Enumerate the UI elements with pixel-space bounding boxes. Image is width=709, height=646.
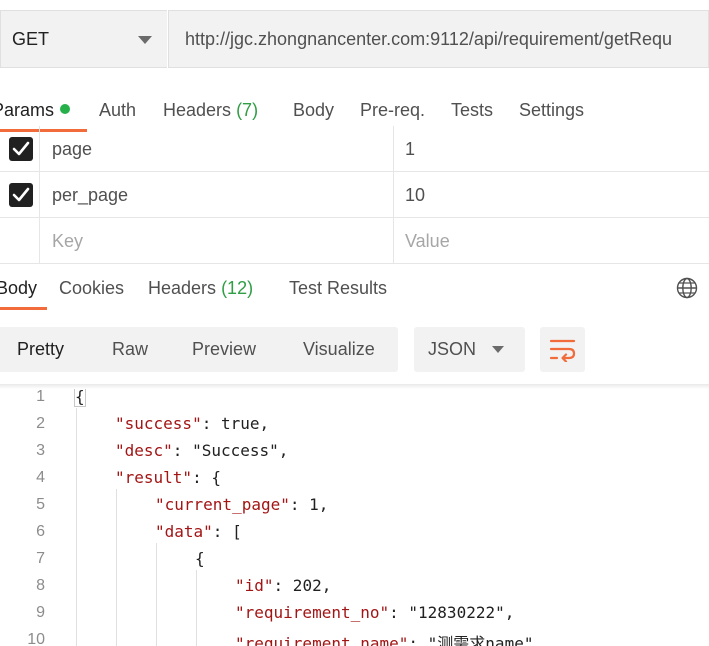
tab-settings-label: Settings	[519, 100, 585, 120]
chevron-down-icon	[138, 36, 152, 44]
code-text: "current_page": 1,	[155, 495, 329, 514]
line-number: 3	[36, 442, 45, 459]
code-text: "data": [	[155, 522, 242, 541]
tab-params[interactable]: Params	[0, 100, 71, 121]
line-number: 10	[27, 631, 45, 646]
tab-test-results-label: Test Results	[289, 278, 388, 298]
tab-response-body-label: Body	[0, 278, 38, 298]
param-value[interactable]: 10	[405, 185, 425, 206]
param-value-cell: 1	[393, 126, 709, 172]
tab-response-headers-count: (12)	[221, 278, 254, 298]
view-raw-button[interactable]: Raw	[112, 339, 148, 360]
active-response-tab-underline	[0, 307, 47, 310]
check-icon	[12, 187, 30, 202]
code-line: 2 "success": true,	[0, 411, 709, 438]
param-key[interactable]: page	[52, 139, 92, 160]
param-row-new: Key Value	[0, 218, 709, 264]
line-number: 9	[36, 604, 45, 621]
wrap-lines-button[interactable]	[540, 327, 585, 372]
view-preview-button[interactable]: Preview	[192, 339, 256, 360]
tab-response-headers[interactable]: Headers (12)	[148, 278, 253, 299]
view-mode-group: Pretty Raw Preview Visualize	[0, 327, 398, 372]
code-line: 10 "requirement_name": "测需求name",	[0, 627, 709, 646]
tab-response-body[interactable]: Body	[0, 278, 37, 299]
code-text: "desc": "Success",	[115, 441, 289, 460]
line-number: 1	[36, 388, 45, 405]
tab-auth[interactable]: Auth	[99, 100, 136, 121]
response-body-editor[interactable]: 1 { 2 "success": true, 3 "desc": "Succes…	[0, 384, 709, 646]
tab-headers[interactable]: Headers (7)	[163, 100, 258, 121]
tab-settings[interactable]: Settings	[519, 100, 584, 121]
param-checkbox[interactable]	[9, 183, 33, 207]
param-checkbox[interactable]	[9, 137, 33, 161]
chevron-down-icon	[492, 346, 504, 353]
tab-tests-label: Tests	[451, 100, 494, 120]
format-select[interactable]: JSON	[414, 327, 525, 372]
code-text: {	[74, 386, 86, 407]
code-line: 6 "data": [	[0, 519, 709, 546]
line-number: 6	[36, 523, 45, 540]
check-icon	[12, 141, 30, 156]
param-key[interactable]: per_page	[52, 185, 128, 206]
globe-icon[interactable]	[676, 277, 698, 299]
param-value-placeholder[interactable]: Value	[405, 231, 450, 252]
code-text: "success": true,	[115, 414, 270, 433]
code-line: 3 "desc": "Success",	[0, 438, 709, 465]
tab-test-results[interactable]: Test Results	[289, 278, 387, 299]
code-text: "requirement_name": "测需求name",	[235, 634, 544, 646]
tab-body[interactable]: Body	[293, 100, 334, 121]
code-text: "id": 202,	[235, 576, 332, 595]
tab-cookies[interactable]: Cookies	[59, 278, 124, 299]
format-label: JSON	[428, 339, 477, 359]
tab-cookies-label: Cookies	[59, 278, 125, 298]
line-number: 7	[36, 550, 45, 567]
request-url-bar: GET http://jgc.zhongnancenter.com:9112/a…	[0, 0, 709, 68]
tab-pre-request-label: Pre-req.	[360, 100, 426, 120]
url-text: http://jgc.zhongnancenter.com:9112/api/r…	[185, 29, 672, 49]
method-label: GET	[12, 29, 50, 49]
view-visualize-button[interactable]: Visualize	[303, 339, 375, 360]
param-check-cell	[0, 172, 40, 218]
param-value-cell: 10	[393, 172, 709, 218]
response-toolbar: Pretty Raw Preview Visualize JSON	[0, 327, 709, 373]
param-key-placeholder[interactable]: Key	[52, 231, 83, 252]
line-number: 5	[36, 496, 45, 513]
code-text: "requirement_no": "12830222",	[235, 603, 515, 622]
code-brace: {	[74, 386, 86, 407]
code-text: {	[195, 549, 205, 568]
tab-pre-request[interactable]: Pre-req.	[360, 100, 425, 121]
view-pretty-button[interactable]: Pretty	[17, 339, 64, 360]
param-value[interactable]: 1	[405, 139, 415, 160]
code-line: 5 "current_page": 1,	[0, 492, 709, 519]
code-line: 4 "result": {	[0, 465, 709, 492]
tab-headers-label: Headers	[163, 100, 232, 120]
tab-body-label: Body	[293, 100, 335, 120]
params-indicator-dot	[60, 104, 71, 114]
response-tabs: Body Cookies Headers (12) Test Results	[0, 266, 709, 312]
line-number: 8	[36, 577, 45, 594]
tab-params-label: Params	[0, 100, 55, 120]
method-select[interactable]: GET	[0, 10, 167, 68]
code-text: "result": {	[115, 468, 221, 487]
code-line: 9 "requirement_no": "12830222",	[0, 600, 709, 627]
param-row: page 1	[0, 126, 709, 172]
tab-response-headers-label: Headers	[148, 278, 217, 298]
tab-auth-label: Auth	[99, 100, 137, 120]
tab-headers-count: (7)	[236, 100, 259, 120]
line-number: 2	[36, 415, 45, 432]
url-input[interactable]: http://jgc.zhongnancenter.com:9112/api/r…	[168, 10, 709, 68]
param-value-cell: Value	[393, 218, 709, 264]
line-number: 4	[36, 469, 45, 486]
param-check-cell	[0, 218, 40, 264]
wrap-lines-icon	[549, 339, 576, 362]
toolbar-shadow	[0, 384, 709, 389]
tab-tests[interactable]: Tests	[451, 100, 493, 121]
code-line: 8 "id": 202,	[0, 573, 709, 600]
param-row: per_page 10	[0, 172, 709, 218]
code-line: 7 {	[0, 546, 709, 573]
param-check-cell	[0, 126, 40, 172]
